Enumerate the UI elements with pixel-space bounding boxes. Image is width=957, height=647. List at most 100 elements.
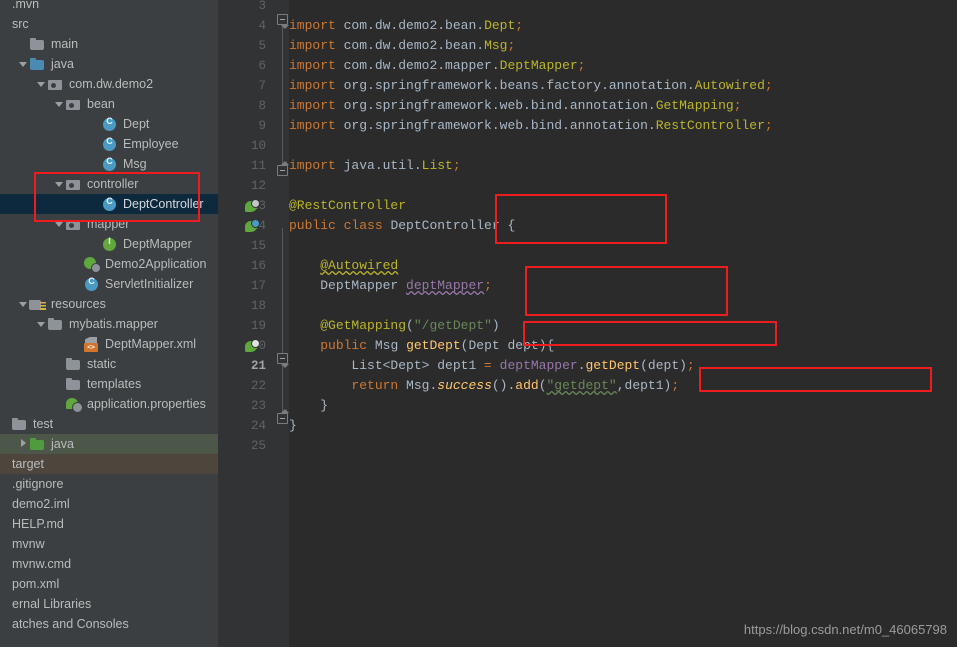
tree-item-label: ServletInitializer (105, 277, 194, 291)
watermark-text: https://blog.csdn.net/m0_46065798 (743, 622, 947, 637)
tree-item-main[interactable]: main (0, 34, 218, 54)
tree-item-com-dw-demo2[interactable]: com.dw.demo2 (0, 74, 218, 94)
project-tree-panel[interactable]: .mvn src main java com.dw.demo2 bean Dept Emplo… (0, 0, 218, 647)
fold-marker-import-list[interactable] (277, 161, 289, 176)
line-number: 17 (250, 279, 266, 293)
tree-item-label: bean (87, 97, 115, 111)
code-line-7[interactable]: import org.springframework.beans.factory… (289, 76, 957, 96)
tree-item-label: application.properties (87, 397, 206, 411)
tree-item-gitignore[interactable]: .gitignore (0, 474, 218, 494)
code-line-25[interactable] (289, 436, 957, 456)
fold-marker-method[interactable] (277, 353, 289, 368)
tree-item-label: DeptMapper (123, 237, 192, 251)
tree-item-java[interactable]: java (0, 54, 218, 74)
tree-item-mapper[interactable]: mapper (0, 214, 218, 234)
code-editor[interactable]: 345678910111213141516171819202122232425 … (218, 0, 957, 647)
code-line-24[interactable]: } (289, 416, 957, 436)
chevron-down-icon[interactable] (54, 214, 65, 234)
tree-item-label: target (12, 457, 44, 471)
tree-item-demo2application[interactable]: Demo2Application (0, 254, 218, 274)
code-text-area[interactable]: import com.dw.demo2.bean.Dept; import com… (289, 0, 957, 647)
tree-item-src[interactable]: src (0, 14, 218, 34)
code-line-8[interactable]: import org.springframework.web.bind.anno… (289, 96, 957, 116)
code-line-10[interactable] (289, 136, 957, 156)
code-line-18[interactable] (289, 296, 957, 316)
code-line-15[interactable] (289, 236, 957, 256)
tree-item-label: .mvn (12, 0, 40, 11)
tree-item-employee[interactable]: Employee (0, 134, 218, 154)
tree-item-deptmapper-xml[interactable]: DeptMapper.xml (0, 334, 218, 354)
tree-item-templates[interactable]: templates (0, 374, 218, 394)
tree-item-pom-xml[interactable]: pom.xml (0, 574, 218, 594)
chevron-down-icon[interactable] (54, 94, 65, 114)
code-line-21[interactable]: List<Dept> dept1 = deptMapper.getDept(de… (289, 356, 957, 376)
tree-item-mybatis-mapper[interactable]: mybatis.mapper (0, 314, 218, 334)
tree-item-dept[interactable]: Dept (0, 114, 218, 134)
tree-item-target[interactable]: target (0, 454, 218, 474)
tree-item-label: Demo2Application (105, 257, 207, 271)
tree-item-application-properties[interactable]: application.properties (0, 394, 218, 414)
code-line-11[interactable]: import java.util.List; (289, 156, 957, 176)
tree-item-mvnw-cmd[interactable]: mvnw.cmd (0, 554, 218, 574)
tree-item-mvnw[interactable]: mvnw (0, 534, 218, 554)
chevron-down-icon[interactable] (36, 314, 47, 334)
code-line-20[interactable]: public Msg getDept(Dept dept){ (289, 336, 957, 356)
cls-icon (101, 116, 119, 132)
code-line-14[interactable]: public class DeptController { (289, 216, 957, 236)
chevron-down-icon[interactable] (54, 174, 65, 194)
folder-icon (65, 356, 83, 372)
spring-bean-gutter-icon[interactable] (245, 339, 260, 354)
tree-item-help-md[interactable]: HELP.md (0, 514, 218, 534)
code-line-3[interactable] (289, 0, 957, 16)
code-line-6[interactable]: import com.dw.demo2.mapper.DeptMapper; (289, 56, 957, 76)
tree-item-label: ernal Libraries (12, 597, 92, 611)
tree-item-test[interactable]: test (0, 414, 218, 434)
tree-item-ernal-libraries[interactable]: ernal Libraries (0, 594, 218, 614)
spring-bean-gutter-icon[interactable] (245, 199, 260, 214)
tree-item-java[interactable]: java (0, 434, 218, 454)
code-line-17[interactable]: DeptMapper deptMapper; (289, 276, 957, 296)
tree-item-bean[interactable]: bean (0, 94, 218, 114)
fold-marker-imports[interactable] (277, 14, 289, 29)
tree-item-mvn[interactable]: .mvn (0, 0, 218, 14)
spring-bean-gutter-icon[interactable] (245, 219, 260, 234)
tree-item-deptmapper[interactable]: DeptMapper (0, 234, 218, 254)
code-line-23[interactable]: } (289, 396, 957, 416)
tree-item-msg[interactable]: Msg (0, 154, 218, 174)
chevron-down-icon[interactable] (18, 294, 29, 314)
code-line-12[interactable] (289, 176, 957, 196)
tree-item-resources[interactable]: resources (0, 294, 218, 314)
chevron-down-icon[interactable] (36, 74, 47, 94)
spring-icon (83, 256, 101, 273)
code-folding-strip[interactable] (275, 0, 289, 647)
line-number: 9 (258, 119, 266, 133)
tree-item-label: .gitignore (12, 477, 64, 491)
chevron-right-icon[interactable] (18, 434, 29, 454)
code-line-4[interactable]: import com.dw.demo2.bean.Dept; (289, 16, 957, 36)
line-number: 21 (250, 359, 266, 373)
tree-item-deptcontroller[interactable]: DeptController (0, 194, 218, 214)
cls-icon (83, 276, 101, 292)
code-line-16[interactable]: @Autowired (289, 256, 957, 276)
tree-item-servletinitializer[interactable]: ServletInitializer (0, 274, 218, 294)
tree-item-controller[interactable]: controller (0, 174, 218, 194)
code-line-22[interactable]: return Msg.success().add("getdept",dept1… (289, 376, 957, 396)
line-number-gutter[interactable]: 345678910111213141516171819202122232425 (218, 0, 275, 647)
code-line-13[interactable]: @RestController (289, 196, 957, 216)
tree-item-static[interactable]: static (0, 354, 218, 374)
tree-item-atches-and-consoles[interactable]: atches and Consoles (0, 614, 218, 634)
fold-marker-method-end[interactable] (277, 409, 289, 424)
tree-item-label: controller (87, 177, 139, 191)
chevron-down-icon[interactable] (18, 54, 29, 74)
code-line-9[interactable]: import org.springframework.web.bind.anno… (289, 116, 957, 136)
code-line-19[interactable]: @GetMapping("/getDept") (289, 316, 957, 336)
tree-item-demo2-iml[interactable]: demo2.iml (0, 494, 218, 514)
code-line-5[interactable]: import com.dw.demo2.bean.Msg; (289, 36, 957, 56)
